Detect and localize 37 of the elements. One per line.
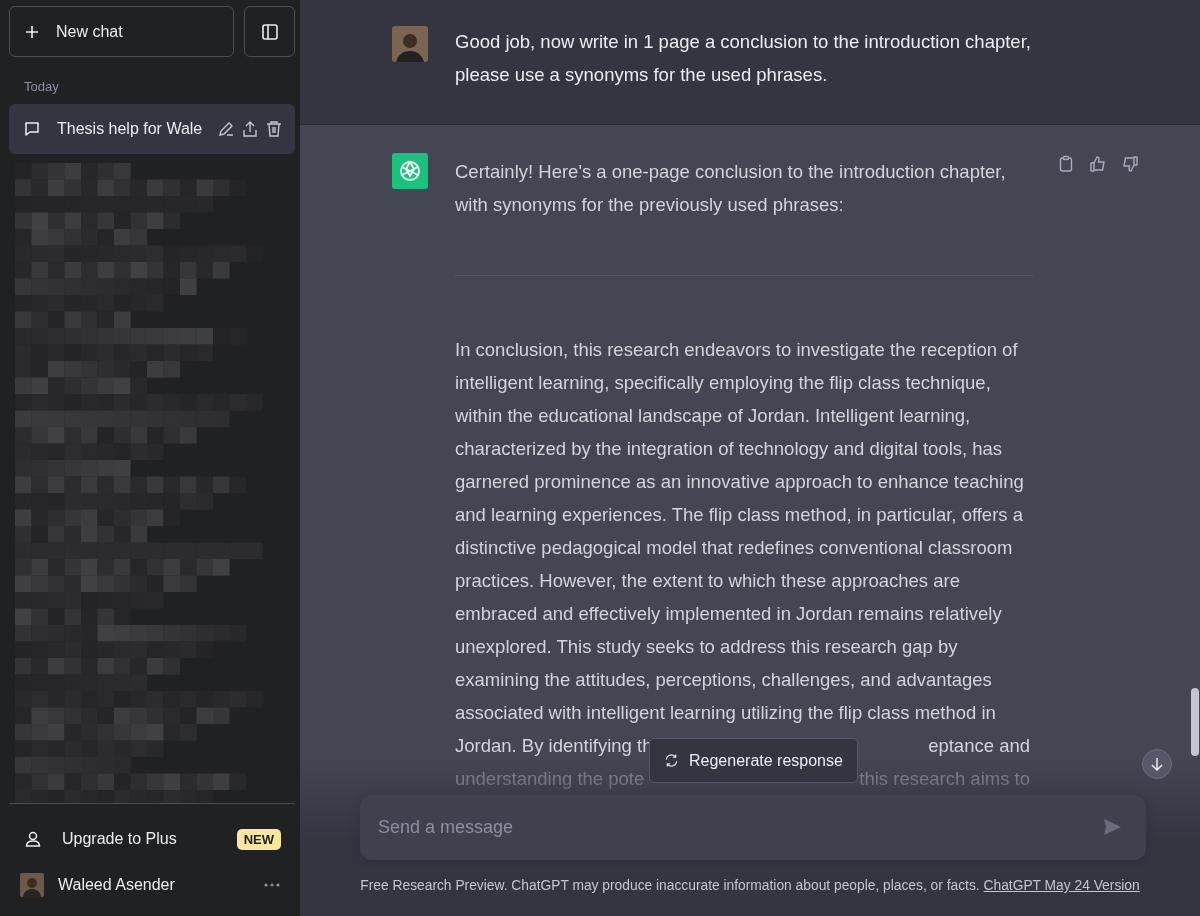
upgrade-row[interactable]: Upgrade to Plus NEW bbox=[9, 816, 295, 862]
disclaimer-text: Free Research Preview. ChatGPT may produce inaccurate information about people, places, or facts. ChatGPT May 24 Version bbox=[360, 878, 1140, 893]
assistant-intro: Certainly! Here's a one-page conclusion to the introduction chapter, with synonyms for the previously used phrases: bbox=[455, 160, 1007, 217]
scrollbar-thumb[interactable] bbox=[1191, 688, 1199, 756]
sidebar-toggle-button[interactable] bbox=[244, 6, 295, 57]
arrow-down-icon bbox=[1150, 757, 1164, 771]
paragraph-fragment: eptance and bbox=[928, 734, 1030, 758]
user-name: Waleed Asender bbox=[58, 876, 176, 894]
user-message: Good job, now write in 1 page a conclusion to the introduction chapter, please use a synonyms for the used phrases. bbox=[455, 30, 1032, 87]
thumbs-up-icon[interactable] bbox=[1089, 155, 1107, 173]
paragraph-fragment: understanding the pote bbox=[455, 767, 645, 791]
upgrade-label: Upgrade to Plus bbox=[62, 830, 178, 848]
thumbs-down-icon[interactable] bbox=[1121, 155, 1139, 173]
section-label: Today bbox=[23, 78, 60, 96]
regenerate-button[interactable]: Regenerate response bbox=[649, 738, 858, 783]
pencil-icon[interactable] bbox=[217, 120, 235, 138]
knot-logo-icon bbox=[392, 153, 428, 189]
clipboard-icon[interactable] bbox=[1057, 155, 1075, 173]
user-avatar bbox=[20, 873, 44, 897]
version-link[interactable]: ChatGPT May 24 Version bbox=[983, 878, 1140, 893]
plus-icon bbox=[24, 23, 40, 40]
conversation-item[interactable]: Thesis help for Wale bbox=[9, 104, 295, 154]
share-icon[interactable] bbox=[241, 120, 259, 138]
new-badge: NEW bbox=[236, 828, 281, 850]
more-icon[interactable] bbox=[263, 882, 281, 888]
user-menu-row[interactable]: Waleed Asender bbox=[9, 862, 295, 908]
sidebar-panel-icon bbox=[260, 22, 279, 41]
new-chat-button[interactable]: New chat bbox=[9, 6, 234, 57]
chat-bubble-icon bbox=[23, 120, 41, 138]
trash-icon[interactable] bbox=[265, 120, 283, 138]
conversation-title: Thesis help for Wale bbox=[57, 120, 204, 138]
person-icon bbox=[24, 830, 42, 848]
message-input[interactable]: Send a message bbox=[360, 795, 1146, 860]
scroll-down-button[interactable] bbox=[1142, 749, 1172, 779]
refresh-icon bbox=[664, 753, 679, 768]
user-avatar bbox=[392, 26, 428, 62]
paragraph-fragment: this research aims to bbox=[859, 767, 1030, 791]
